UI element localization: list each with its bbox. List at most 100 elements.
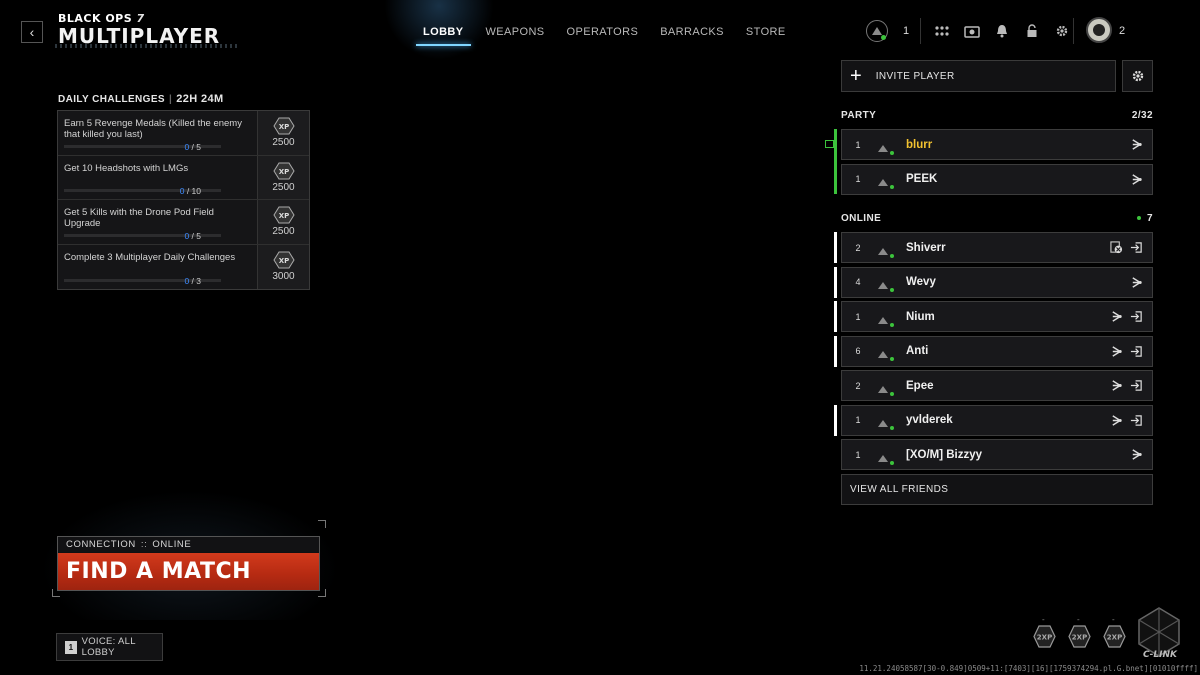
tab-store[interactable]: STORE bbox=[735, 24, 797, 46]
challenge-progress: 0 / 5 bbox=[184, 230, 201, 241]
avatar[interactable] bbox=[1086, 17, 1112, 43]
challenge-progress: 0 / 3 bbox=[184, 276, 201, 286]
challenge-progress: 0 / 5 bbox=[184, 141, 201, 152]
voice-chat-label: VOICE: ALL LOBBY bbox=[81, 636, 136, 658]
join-icon[interactable] bbox=[1130, 379, 1143, 392]
avatar-count: 2 bbox=[1119, 25, 1126, 37]
online-count: 7 bbox=[1137, 213, 1153, 224]
player-name: Shiverr bbox=[906, 241, 946, 254]
party-icon[interactable] bbox=[1110, 414, 1123, 427]
tab-barracks[interactable]: BARRACKS bbox=[649, 24, 735, 46]
player-level: 1 bbox=[855, 415, 861, 425]
tab-operators[interactable]: OPERATORS bbox=[556, 24, 650, 46]
rank-emblem-icon[interactable] bbox=[866, 20, 888, 42]
challenge-row[interactable]: Earn 5 Revenge Medals (Killed the enemy … bbox=[58, 111, 309, 156]
daily-challenges-timer: 22H 24M bbox=[176, 93, 224, 105]
join-icon[interactable] bbox=[1130, 345, 1143, 358]
lock-icon[interactable] bbox=[1022, 20, 1042, 42]
rank-icon bbox=[874, 379, 894, 396]
join-icon[interactable] bbox=[1130, 310, 1143, 323]
build-version: 11.21.24058587[30-0.849]0509+11:[7403][1… bbox=[859, 664, 1198, 673]
xp-icon: XP bbox=[272, 251, 295, 269]
selection-marker bbox=[834, 232, 837, 263]
party-icon[interactable] bbox=[1110, 379, 1123, 392]
rank-icon bbox=[874, 344, 894, 361]
main-nav: LOBBY WEAPONS OPERATORS BARRACKS STORE bbox=[412, 24, 797, 46]
invite-player-label: INVITE PLAYER bbox=[875, 70, 955, 82]
challenge-progress: 0 / 10 bbox=[179, 186, 201, 196]
svg-text:2XP: 2XP bbox=[1037, 634, 1052, 642]
party-leader-crown-icon bbox=[825, 140, 834, 148]
challenge-row[interactable]: Get 5 Kills with the Drone Pod Field Upg… bbox=[58, 200, 309, 245]
party-member-row[interactable]: 1 PEEK bbox=[841, 163, 1153, 195]
friend-row[interactable]: 2 Epee bbox=[841, 370, 1153, 401]
challenge-row[interactable]: Get 10 Headshots with LMGs 0 / 10 XP 250… bbox=[58, 155, 309, 200]
party-icon[interactable] bbox=[1110, 310, 1123, 323]
party-icon[interactable] bbox=[1110, 345, 1123, 358]
svg-text:2XP: 2XP bbox=[1072, 634, 1087, 642]
daily-challenges-list: Earn 5 Revenge Medals (Killed the enemy … bbox=[57, 110, 310, 290]
challenge-row[interactable]: Complete 3 Multiplayer Daily Challenges … bbox=[58, 244, 309, 289]
rank-icon bbox=[874, 241, 894, 258]
party-list: 1 blurr 1 PEEK bbox=[841, 129, 1153, 198]
player-emblem-icon bbox=[1093, 24, 1105, 36]
friend-row[interactable]: 1 yvlderek bbox=[834, 404, 1153, 436]
party-icon[interactable] bbox=[1130, 276, 1143, 289]
player-name: Wevy bbox=[906, 276, 936, 288]
grid-icon[interactable] bbox=[932, 20, 952, 42]
party-icon[interactable] bbox=[1130, 173, 1143, 186]
selection-marker bbox=[834, 404, 837, 436]
xp-icon: XP bbox=[272, 162, 295, 180]
frame-corner bbox=[318, 520, 326, 528]
join-icon[interactable] bbox=[1130, 241, 1143, 254]
player-level: 4 bbox=[855, 277, 861, 287]
party-member-row[interactable]: 1 blurr bbox=[841, 129, 1153, 160]
bell-icon[interactable] bbox=[992, 20, 1012, 42]
double-weapon-xp-token-icon[interactable]: - 2XP bbox=[1067, 615, 1092, 649]
friend-row[interactable]: 2 Shiverr bbox=[834, 232, 1153, 263]
challenge-reward: XP 3000 bbox=[257, 244, 309, 289]
friend-row[interactable]: 1 Nium bbox=[834, 301, 1153, 332]
friend-row[interactable]: 4 Wevy bbox=[834, 266, 1153, 298]
find-match-label: FIND A MATCH bbox=[66, 559, 252, 584]
online-friends-list: 2 Shiverr 4 Wevy 1 Nium 6 Anti 2 Epee 1 … bbox=[834, 232, 1153, 505]
player-level: 1 bbox=[855, 311, 861, 322]
player-name: PEEK bbox=[906, 173, 938, 185]
double-xp-token-icon[interactable]: - 2XP bbox=[1032, 615, 1057, 649]
svg-text:XP: XP bbox=[278, 168, 289, 176]
tab-weapons[interactable]: WEAPONS bbox=[475, 24, 556, 46]
player-name: Nium bbox=[906, 310, 935, 323]
friend-row[interactable]: 1 [XO/M] Bizzyy bbox=[841, 439, 1153, 470]
challenge-xp: 2500 bbox=[272, 137, 295, 149]
challenge-text: Get 10 Headshots with LMGs bbox=[64, 162, 189, 174]
party-title: PARTY bbox=[841, 110, 877, 121]
daily-challenges-header: DAILY CHALLENGES | 22H 24M bbox=[58, 93, 224, 105]
voice-chat-button[interactable]: 1 VOICE: ALL LOBBY bbox=[56, 633, 163, 661]
friend-row[interactable]: 6 Anti bbox=[834, 335, 1153, 367]
double-battlepass-xp-token-icon[interactable]: - 2XP bbox=[1102, 615, 1127, 649]
find-match-panel: CONNECTION :: ONLINE FIND A MATCH bbox=[57, 536, 320, 591]
back-button[interactable]: ‹ bbox=[21, 21, 43, 43]
find-match-button[interactable]: FIND A MATCH bbox=[58, 553, 319, 590]
social-settings-button[interactable] bbox=[1122, 60, 1153, 92]
player-level: 1 bbox=[855, 139, 861, 150]
xp-icon: XP bbox=[272, 206, 295, 224]
invite-player-button[interactable]: + INVITE PLAYER bbox=[841, 60, 1116, 92]
view-all-friends-button[interactable]: VIEW ALL FRIENDS bbox=[841, 473, 1153, 505]
party-icon[interactable] bbox=[1130, 448, 1143, 461]
challenge-xp: 2500 bbox=[272, 181, 295, 193]
svg-text:2XP: 2XP bbox=[1107, 634, 1122, 642]
gear-icon[interactable] bbox=[1052, 20, 1072, 42]
keybind-badge: 1 bbox=[65, 640, 77, 654]
title-decoration bbox=[55, 44, 240, 48]
svg-text:XP: XP bbox=[278, 212, 289, 220]
player-level: 1 bbox=[855, 449, 861, 460]
party-icon[interactable] bbox=[1130, 138, 1143, 151]
selection-marker bbox=[834, 301, 837, 332]
join-icon[interactable] bbox=[1130, 414, 1143, 427]
player-level: 2 bbox=[855, 242, 861, 253]
camera-icon[interactable] bbox=[962, 20, 982, 42]
challenge-text: Get 5 Kills with the Drone Pod Field Upg… bbox=[64, 207, 214, 229]
tab-lobby[interactable]: LOBBY bbox=[412, 24, 475, 46]
online-header: ONLINE 7 bbox=[841, 213, 1153, 224]
